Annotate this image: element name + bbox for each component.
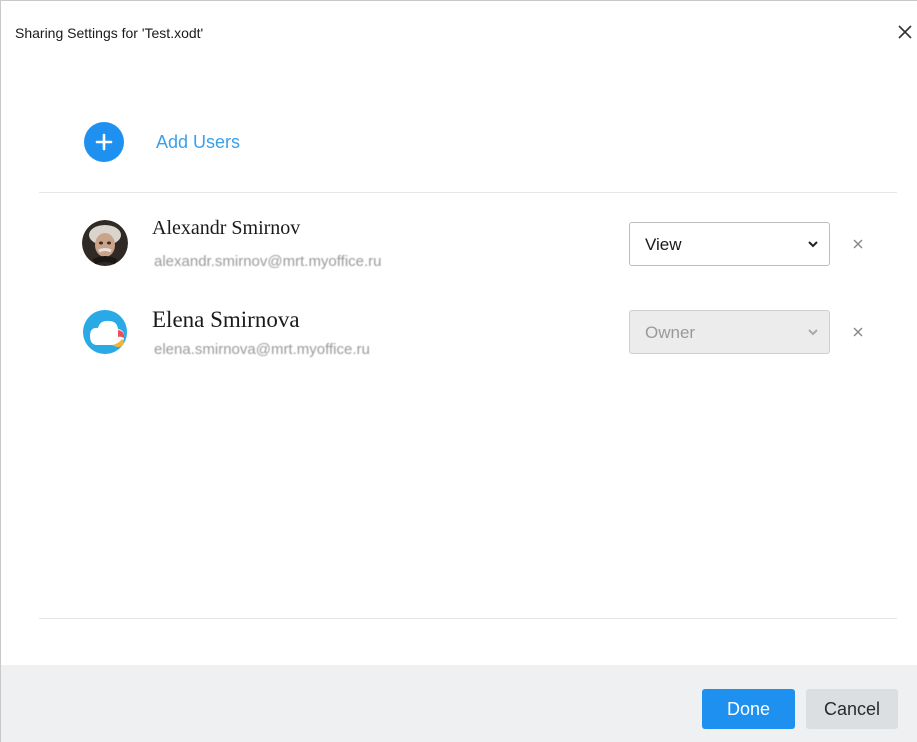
- close-icon: [853, 239, 863, 249]
- dialog-title: Sharing Settings for 'Test.xodt': [15, 25, 204, 41]
- user-avatar: [82, 220, 128, 266]
- add-users-label: Add Users: [156, 131, 241, 152]
- remove-user-button[interactable]: [849, 235, 867, 253]
- role-value: View: [645, 235, 682, 254]
- divider: [39, 618, 897, 619]
- dialog-footer: Done Cancel: [1, 665, 917, 742]
- sharing-settings-dialog: Sharing Settings for 'Test.xodt' Add Use…: [0, 0, 917, 742]
- user-name: Elena Smirnova: [152, 307, 300, 332]
- role-value: Owner: [645, 323, 696, 342]
- close-button[interactable]: [895, 19, 917, 43]
- user-email: elena.smirnova@mrt.myoffice.ru: [154, 341, 370, 358]
- user-name: Alexandr Smirnov: [152, 217, 301, 239]
- role-select: Owner: [629, 310, 830, 354]
- user-row: Alexandr Smirnov alexandr.smirnov@mrt.my…: [1, 213, 917, 273]
- user-email: alexandr.smirnov@mrt.myoffice.ru: [154, 253, 382, 270]
- photo-avatar-icon: [82, 220, 128, 266]
- chevron-down-icon: [808, 329, 818, 336]
- divider: [39, 192, 897, 193]
- user-row: Elena Smirnova elena.smirnova@mrt.myoffi…: [1, 301, 917, 361]
- cancel-button[interactable]: Cancel: [806, 689, 898, 729]
- user-avatar: [82, 309, 128, 355]
- done-button[interactable]: Done: [702, 689, 795, 729]
- close-icon: [853, 327, 863, 337]
- plus-icon: [84, 122, 124, 162]
- cloud-avatar-icon: [83, 310, 127, 354]
- chevron-down-icon: [808, 241, 818, 248]
- remove-user-button[interactable]: [849, 323, 867, 341]
- add-users-button[interactable]: Add Users: [84, 122, 240, 162]
- role-select[interactable]: View: [629, 222, 830, 266]
- close-icon: [898, 25, 912, 39]
- title-bar: Sharing Settings for 'Test.xodt': [1, 1, 917, 61]
